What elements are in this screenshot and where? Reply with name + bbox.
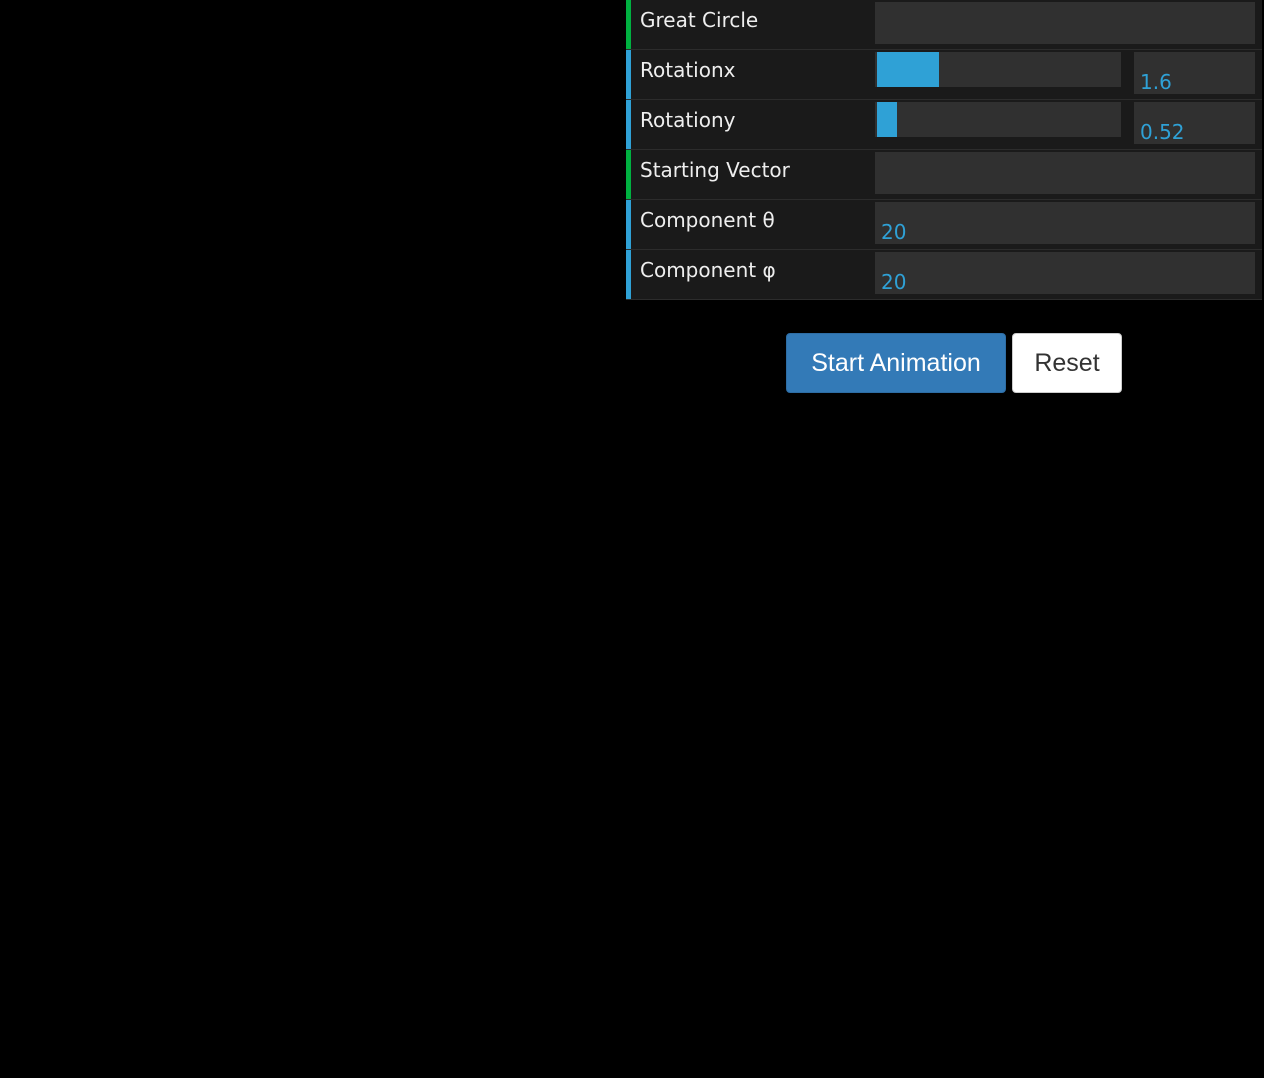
component-phi-label: Component φ <box>640 258 776 282</box>
folder-great-circle[interactable]: Great Circle <box>626 0 1262 50</box>
component-theta-control: Component θ 20 <box>626 200 1262 250</box>
rotationx-value: 1.6 <box>1140 70 1172 94</box>
reset-button[interactable]: Reset <box>1012 333 1122 393</box>
rotationx-slider[interactable] <box>875 52 1121 87</box>
rotationy-slider-fill <box>877 102 897 137</box>
number-accent <box>626 250 631 299</box>
folder-starting-vector-label: Starting Vector <box>640 158 790 182</box>
rotationx-control: Rotationx 1.6 <box>626 50 1262 100</box>
number-accent <box>626 100 631 149</box>
folder-starting-vector[interactable]: Starting Vector <box>626 150 1262 200</box>
component-phi-control: Component φ 20 <box>626 250 1262 300</box>
component-theta-label: Component θ <box>640 208 775 232</box>
component-theta-input[interactable]: 20 <box>875 202 1255 244</box>
rotationy-input[interactable]: 0.52 <box>1134 102 1255 144</box>
rotationx-input[interactable]: 1.6 <box>1134 52 1255 94</box>
folder-starting-vector-field <box>875 152 1255 194</box>
component-phi-value: 20 <box>881 270 907 294</box>
controls-panel: Great Circle Rotationx 1.6 Rotationy 0.5… <box>626 0 1262 300</box>
rotationx-label: Rotationx <box>640 58 736 82</box>
component-phi-input[interactable]: 20 <box>875 252 1255 294</box>
rotationy-value: 0.52 <box>1140 120 1185 144</box>
number-accent <box>626 50 631 99</box>
folder-great-circle-label: Great Circle <box>640 8 759 32</box>
component-theta-value: 20 <box>881 220 907 244</box>
rotationy-label: Rotationy <box>640 108 736 132</box>
action-buttons: Start Animation Reset <box>786 333 1122 393</box>
rotationy-control: Rotationy 0.52 <box>626 100 1262 150</box>
folder-great-circle-field <box>875 2 1255 44</box>
folder-accent <box>626 150 631 199</box>
rotationy-slider[interactable] <box>875 102 1121 137</box>
folder-accent <box>626 0 631 49</box>
number-accent <box>626 200 631 249</box>
rotationx-slider-fill <box>877 52 939 87</box>
start-animation-button[interactable]: Start Animation <box>786 333 1006 393</box>
